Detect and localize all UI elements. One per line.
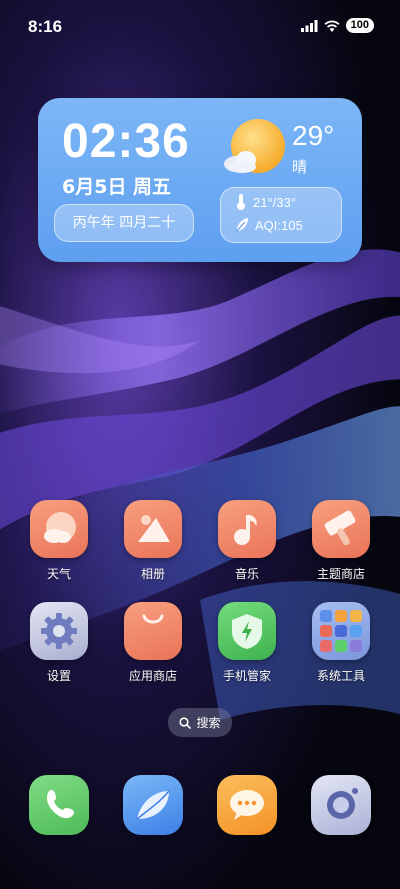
search-button[interactable]: 搜索 bbox=[168, 708, 232, 737]
app-label: 音乐 bbox=[234, 567, 259, 581]
app-settings[interactable]: 设置 bbox=[14, 602, 104, 684]
theme-store-icon bbox=[312, 500, 370, 558]
app-label: 系统工具 bbox=[316, 669, 365, 683]
aqi-row: AQI:105 bbox=[235, 217, 303, 233]
app-label: 手机管家 bbox=[222, 669, 271, 683]
battery-indicator: 100 bbox=[345, 18, 374, 33]
weather-details: 21°/33° AQI:105 bbox=[220, 187, 342, 243]
widget-condition: 晴 bbox=[292, 158, 308, 176]
widget-clock: 02:36 bbox=[62, 115, 190, 168]
app-system-tools-folder[interactable]: 系统工具 bbox=[296, 602, 386, 684]
app-music[interactable]: 音乐 bbox=[202, 500, 292, 582]
dock-phone-icon[interactable] bbox=[29, 775, 89, 835]
app-weather[interactable]: 天气 bbox=[14, 500, 104, 582]
widget-date: 6月5日 周五 bbox=[62, 176, 172, 198]
dock-browser-icon[interactable] bbox=[123, 775, 183, 835]
signal-icon bbox=[300, 19, 318, 32]
status-icons: 100 bbox=[300, 18, 374, 33]
dock-camera-icon[interactable] bbox=[311, 775, 371, 835]
app-label: 应用商店 bbox=[128, 669, 177, 683]
temp-range-row: 21°/33° bbox=[235, 194, 296, 210]
search-label: 搜索 bbox=[196, 716, 221, 730]
app-theme-store[interactable]: 主题商店 bbox=[296, 500, 386, 582]
app-gallery[interactable]: 相册 bbox=[108, 500, 198, 582]
app-store-icon bbox=[124, 602, 182, 660]
app-label: 设置 bbox=[46, 669, 71, 683]
music-icon bbox=[218, 500, 276, 558]
status-time: 8:16 bbox=[28, 17, 63, 36]
app-app-store[interactable]: 应用商店 bbox=[108, 602, 198, 684]
thermometer-icon bbox=[237, 194, 245, 210]
settings-icon bbox=[30, 602, 88, 660]
phone-manager-icon bbox=[218, 602, 276, 660]
weather-icon bbox=[30, 500, 88, 558]
status-bar: 8:16 100 bbox=[0, 0, 400, 56]
sun-with-cloud-icon bbox=[224, 119, 285, 173]
wifi-icon bbox=[324, 20, 340, 32]
leaf-icon bbox=[235, 218, 248, 233]
app-label: 相册 bbox=[140, 567, 165, 581]
search-icon bbox=[179, 716, 192, 729]
app-phone-manager[interactable]: 手机管家 bbox=[202, 602, 292, 684]
clock-weather-widget[interactable]: 02:36 6月5日 周五 丙午年 四月二十 29° 晴 21°/33° AQI… bbox=[38, 98, 362, 262]
lunar-date: 丙午年 四月二十 bbox=[54, 204, 194, 242]
temp-range: 21°/33° bbox=[253, 194, 296, 210]
app-label: 天气 bbox=[46, 567, 71, 581]
widget-temperature: 29° bbox=[292, 120, 335, 151]
dock-messages-icon[interactable] bbox=[217, 775, 277, 835]
gallery-icon bbox=[124, 500, 182, 558]
aqi-value: AQI:105 bbox=[255, 217, 303, 233]
app-label: 主题商店 bbox=[316, 567, 365, 581]
system-tools-folder-icon bbox=[312, 602, 370, 660]
